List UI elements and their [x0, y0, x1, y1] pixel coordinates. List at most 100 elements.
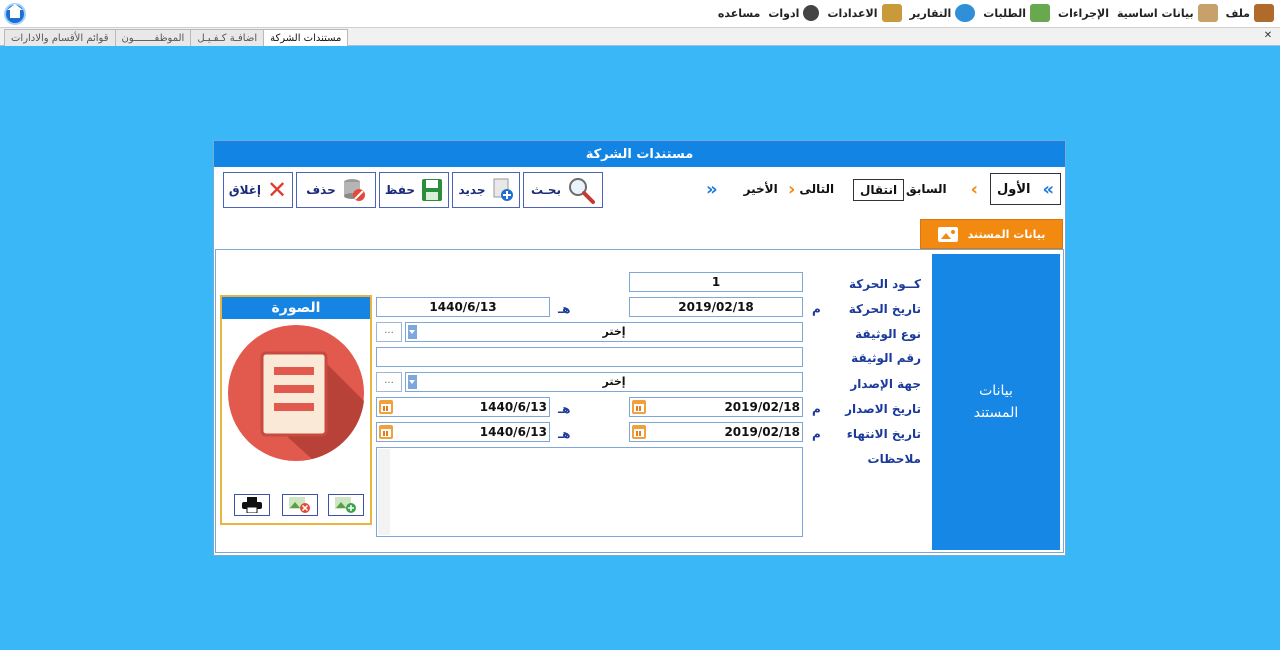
photo-title: الصورة — [222, 297, 370, 319]
issue-date-greg-field[interactable]: 2019/02/18 — [629, 397, 803, 417]
delete-button-label: حذف — [306, 183, 336, 197]
menu-procedures-label: الإجراءات — [1058, 6, 1109, 20]
doc-type-browse-button[interactable]: ... — [376, 322, 402, 342]
code-field[interactable]: 1 — [629, 272, 803, 292]
expiry-date-hijri-field[interactable]: 1440/6/13 — [376, 422, 550, 442]
delete-button[interactable]: حذف — [296, 172, 376, 208]
calendar-icon[interactable] — [379, 400, 393, 414]
tab-document-data[interactable]: بيانات المستند — [920, 219, 1063, 249]
nav-prev-label: السابق — [906, 182, 947, 196]
menu-tools[interactable]: ادوات — [768, 5, 820, 21]
document-form: بيانات المستند كــود الحركة تاريخ الحركة… — [215, 249, 1064, 553]
chevron-double-right-icon: » — [706, 178, 718, 200]
menu-settings[interactable]: الاعدادات — [827, 4, 902, 22]
chevron-down-icon — [408, 375, 417, 389]
menu-bar: ملف بيانات اساسية الإجراءات الطلبات التق… — [0, 0, 1280, 28]
tab-add-sponsor[interactable]: اضافـة كـفـيـل — [190, 29, 265, 46]
notes-scrollbar[interactable] — [378, 449, 390, 535]
issuer-select[interactable]: إختر — [405, 372, 803, 392]
nav-last[interactable]: » الأخير — [706, 174, 778, 204]
tab-employees[interactable]: الموظفـــــــون — [114, 29, 192, 46]
expiry-date-hijri-value: 1440/6/13 — [479, 425, 547, 439]
menu-tools-label: ادوات — [768, 6, 800, 20]
save-button-label: حفظ — [384, 183, 416, 197]
tab-company-documents[interactable]: مستندات الشركة — [263, 29, 349, 46]
image-remove-icon — [289, 497, 310, 513]
panel-title: مستندات الشركة — [214, 141, 1065, 167]
menu-settings-label: الاعدادات — [827, 6, 878, 20]
main-menu: ملف بيانات اساسية الإجراءات الطلبات التق… — [718, 4, 1274, 22]
search-icon — [568, 178, 595, 204]
issue-date-hijri-field[interactable]: 1440/6/13 — [376, 397, 550, 417]
nav-prev[interactable]: السابق ‹ — [906, 174, 978, 204]
save-button[interactable]: حفظ — [379, 172, 449, 208]
remove-image-button[interactable] — [282, 494, 318, 516]
menu-file[interactable]: ملف — [1226, 4, 1274, 22]
nav-first-label: الأول — [997, 181, 1031, 197]
issue-date-greg-value: 2019/02/18 — [724, 400, 800, 414]
tab-strip: قوائم الأقسام والادارات الموظفـــــــون … — [0, 28, 1280, 46]
side-label-line2: المستند — [973, 405, 1019, 421]
label-notes: ملاحظات — [867, 452, 921, 466]
side-label-line1: بيانات — [979, 383, 1013, 399]
menu-requests[interactable]: الطلبات — [983, 4, 1051, 22]
label-doc-type: نوع الوثيقة — [855, 327, 921, 341]
menu-reports[interactable]: التقارير — [910, 4, 976, 22]
menu-file-label: ملف — [1225, 6, 1250, 20]
unit-hijri-move: هـ — [558, 302, 571, 316]
add-image-button[interactable] — [328, 494, 364, 516]
nav-next[interactable]: › التالى — [788, 174, 834, 204]
calendar-icon[interactable] — [379, 425, 393, 439]
move-date-greg-field[interactable]: 2019/02/18 — [629, 297, 803, 317]
issuer-value: إختر — [602, 375, 626, 388]
menu-basic-data[interactable]: بيانات اساسية — [1117, 4, 1218, 22]
chevron-left-icon: ‹ — [970, 178, 979, 200]
calendar-icon[interactable] — [632, 400, 646, 414]
photo-panel: الصورة — [220, 295, 372, 525]
unit-greg-move: م — [812, 302, 821, 316]
notes-textarea[interactable] — [376, 447, 803, 537]
unit-hijri-issue: هـ — [558, 402, 571, 416]
folder-icon — [881, 4, 902, 22]
issuer-browse-button[interactable]: ... — [376, 372, 402, 392]
tools-icon — [955, 4, 976, 22]
doc-type-select[interactable]: إختر — [405, 322, 803, 342]
image-add-icon — [335, 497, 356, 513]
print-button[interactable] — [234, 494, 270, 516]
nav-first[interactable]: الأول « — [990, 173, 1062, 205]
unit-greg-issue: م — [812, 402, 821, 416]
doc-number-field[interactable] — [376, 347, 803, 367]
nav-goto[interactable]: انتقال — [853, 179, 905, 201]
printer-icon — [242, 497, 262, 513]
expiry-date-greg-field[interactable]: 2019/02/18 — [629, 422, 803, 442]
company-documents-panel: مستندات الشركة ✕ إغلاق حذف حفظ جديد بحـث… — [213, 140, 1066, 556]
gears-icon — [803, 5, 820, 21]
label-code: كــود الحركة — [848, 277, 921, 291]
new-document-icon — [493, 178, 513, 201]
new-button[interactable]: جديد — [452, 172, 520, 208]
tab-departments[interactable]: قوائم الأقسام والادارات — [4, 29, 116, 46]
chevron-double-left-icon: « — [1042, 178, 1055, 200]
issue-date-hijri-value: 1440/6/13 — [479, 400, 547, 414]
home-icon[interactable] — [4, 3, 26, 25]
new-button-label: جديد — [458, 183, 486, 197]
menu-requests-label: الطلبات — [983, 6, 1027, 20]
box-icon — [1254, 4, 1274, 22]
menu-procedures[interactable]: الإجراءات — [1058, 7, 1109, 20]
close-tab-icon[interactable]: ✕ — [1262, 30, 1274, 42]
chevron-right-icon: › — [788, 178, 796, 200]
search-button[interactable]: بحـث — [523, 172, 603, 208]
boxes-icon — [1197, 4, 1218, 22]
calendar-icon[interactable] — [632, 425, 646, 439]
move-date-hijri-field[interactable]: 1440/6/13 — [376, 297, 550, 317]
tab-document-data-label: بيانات المستند — [967, 227, 1046, 241]
label-move-date: تاريخ الحركة — [848, 302, 921, 316]
label-expiry-date: تاريخ الانتهاء — [846, 427, 921, 441]
money-icon — [1030, 4, 1051, 22]
menu-help[interactable]: مساعده — [718, 7, 761, 20]
search-button-label: بحـث — [531, 183, 561, 197]
close-button-label: إغلاق — [228, 183, 262, 197]
close-button[interactable]: ✕ إغلاق — [223, 172, 293, 208]
menu-basic-data-label: بيانات اساسية — [1117, 6, 1194, 20]
close-icon: ✕ — [267, 176, 288, 204]
